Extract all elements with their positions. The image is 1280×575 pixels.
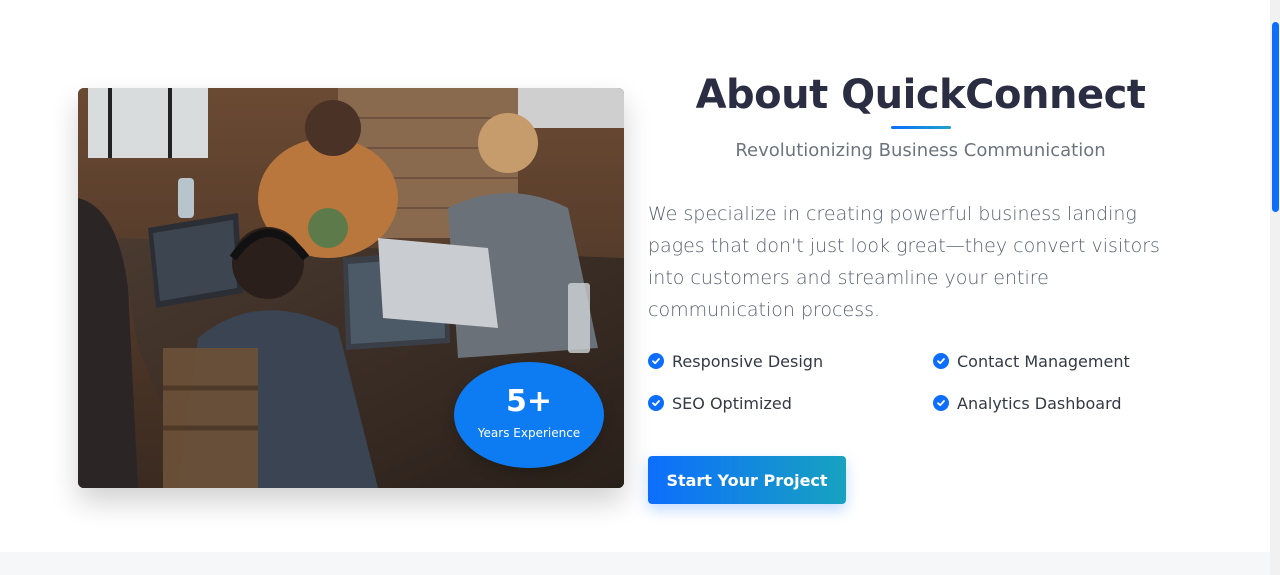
about-section: 5+ Years Experience About QuickConnect R… [0,0,1270,552]
next-section [0,552,1270,575]
badge-number: 5+ [505,384,552,419]
feature-label: Analytics Dashboard [957,393,1122,413]
feature-analytics-dashboard: Analytics Dashboard [933,391,1122,415]
section-subtitle: Revolutionizing Business Communication [735,140,1106,161]
check-circle-icon [648,395,664,411]
start-project-button[interactable]: Start Your Project [648,456,846,504]
feature-label: SEO Optimized [672,393,792,413]
check-circle-icon [933,395,949,411]
badge-label: Years Experience [477,426,581,440]
check-circle-icon [648,353,664,369]
scrollbar-thumb[interactable] [1272,22,1279,212]
check-circle-icon [933,353,949,369]
feature-label: Contact Management [957,351,1130,371]
feature-responsive-design: Responsive Design [648,349,823,373]
experience-badge: 5+ Years Experience [454,362,604,468]
title-underline [891,126,951,129]
section-title: About QuickConnect [695,72,1146,118]
feature-contact-management: Contact Management [933,349,1130,373]
team-photo: 5+ Years Experience [78,88,624,488]
about-description: We specialize in creating powerful busin… [648,203,1160,321]
feature-label: Responsive Design [672,351,824,371]
feature-seo-optimized: SEO Optimized [648,391,792,415]
